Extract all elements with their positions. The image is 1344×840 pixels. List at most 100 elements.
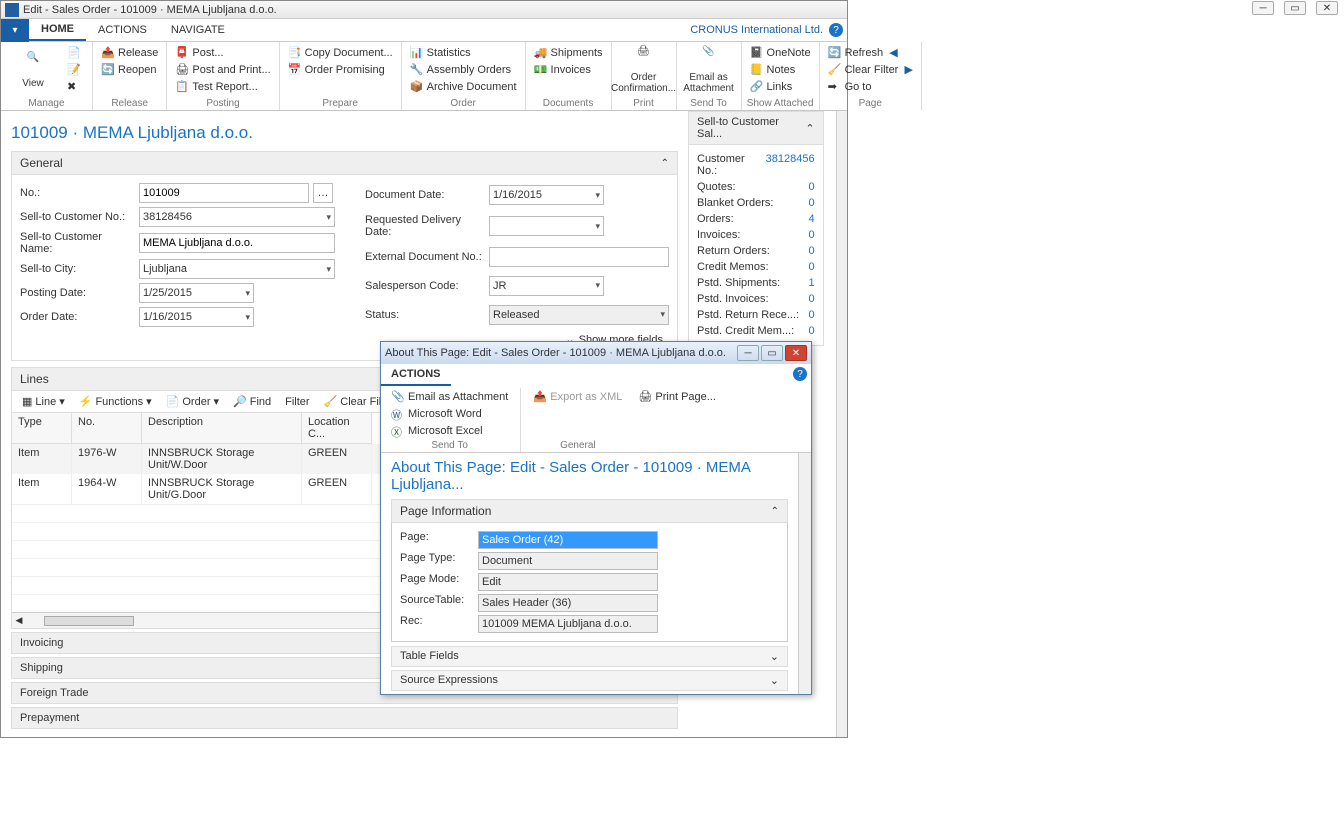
dlg-source-expressions-tab[interactable]: Source Expressions⌄ — [391, 670, 788, 691]
dialog-close-button[interactable]: ✕ — [785, 345, 807, 361]
dialog-help-icon[interactable]: ? — [793, 367, 807, 381]
factbox-value[interactable]: 0 — [809, 325, 815, 337]
help-icon[interactable]: ? — [829, 23, 843, 37]
col-no[interactable]: No. — [72, 413, 142, 444]
vertical-scrollbar[interactable] — [836, 111, 847, 737]
order-confirmation-button[interactable]: 🖨 Order Confirmation... — [616, 44, 672, 96]
factbox-value[interactable]: 0 — [809, 245, 815, 257]
dlg-page-field[interactable]: Sales Order (42) — [478, 531, 658, 549]
dialog-scrollbar[interactable] — [798, 453, 811, 694]
lines-line-menu[interactable]: ▦Line ▾ — [18, 395, 69, 408]
clear-filter-icon: 🧹 — [828, 63, 842, 77]
collapse-icon: ⌃ — [805, 122, 814, 135]
prev-icon[interactable]: ◀ — [889, 46, 897, 59]
dialog-maximize-button[interactable]: ▭ — [761, 345, 783, 361]
sellto-customer-name-field[interactable] — [139, 233, 335, 253]
dlg-rec-field[interactable]: 101009 MEMA Ljubljana d.o.o. — [478, 615, 658, 633]
factbox-value[interactable]: 0 — [809, 197, 815, 209]
copy-doc-button[interactable]: 📑Copy Document... — [284, 44, 397, 61]
factbox-value[interactable]: 38128456 — [766, 153, 815, 177]
salesperson-code-field[interactable]: JR▾ — [489, 276, 604, 296]
dlg-source-table-field[interactable]: Sales Header (36) — [478, 594, 658, 612]
no-lookup-button[interactable]: … — [313, 183, 333, 203]
dlg-page-type-field[interactable]: Document — [478, 552, 658, 570]
new-button[interactable]: 📄 — [63, 44, 88, 61]
shipments-icon: 🚚 — [534, 46, 548, 60]
close-button[interactable]: ✕ — [1316, 1, 1338, 15]
factbox-value[interactable]: 1 — [809, 277, 815, 289]
clear-filter-button[interactable]: 🧹Clear Filter ▶ — [824, 61, 917, 78]
factbox-value[interactable]: 0 — [809, 293, 815, 305]
attachment-icon: 📎 — [391, 390, 405, 404]
document-date-field[interactable]: 1/16/2015▾ — [489, 185, 604, 205]
shipments-button[interactable]: 🚚Shipments — [530, 44, 607, 61]
next-icon[interactable]: ▶ — [904, 63, 912, 76]
edit-button[interactable]: 📝 — [63, 61, 88, 78]
posting-date-field[interactable]: 1/25/2015▾ — [139, 283, 254, 303]
status-field[interactable]: Released▾ — [489, 305, 669, 325]
delete-button[interactable]: ✖ — [63, 78, 88, 95]
sellto-customer-no-field[interactable]: 38128456▾ — [139, 207, 335, 227]
col-description[interactable]: Description — [142, 413, 302, 444]
col-location[interactable]: Location C... — [302, 413, 372, 444]
factbox-value[interactable]: 0 — [809, 229, 815, 241]
dialog-tab-actions[interactable]: ACTIONS — [381, 364, 451, 386]
dlg-page-mode-field[interactable]: Edit — [478, 573, 658, 591]
statistics-button[interactable]: 📊Statistics — [406, 44, 521, 61]
lines-order-menu[interactable]: 📄Order ▾ — [162, 395, 223, 408]
tab-actions[interactable]: ACTIONS — [86, 20, 159, 40]
page-information-header[interactable]: Page Information ⌃ — [391, 499, 788, 523]
order-promising-button[interactable]: 📅Order Promising — [284, 61, 397, 78]
sellto-city-field[interactable]: Ljubljana▾ — [139, 259, 335, 279]
lines-find-button[interactable]: 🔎Find — [229, 395, 275, 408]
dlg-excel-button[interactable]: ⓍMicrosoft Excel — [387, 422, 512, 439]
dlg-email-button[interactable]: 📎Email as Attachment — [387, 388, 512, 405]
tab-home[interactable]: HOME — [29, 19, 86, 41]
dlg-table-fields-tab[interactable]: Table Fields⌄ — [391, 646, 788, 667]
lines-functions-menu[interactable]: ⚡Functions ▾ — [75, 395, 156, 408]
company-link[interactable]: CRONUS International Ltd. — [690, 24, 823, 36]
reopen-button[interactable]: 🔄Reopen — [97, 61, 162, 78]
no-field[interactable] — [139, 183, 309, 203]
order-date-field[interactable]: 1/16/2015▾ — [139, 307, 254, 327]
post-button[interactable]: 📮Post... — [171, 44, 274, 61]
release-button[interactable]: 📤Release — [97, 44, 162, 61]
factbox-row: Pstd. Return Rece...:0 — [697, 307, 815, 323]
factbox-value[interactable]: 0 — [809, 181, 815, 193]
refresh-button[interactable]: 🔄Refresh ◀ — [824, 44, 917, 61]
factbox-row: Blanket Orders:0 — [697, 195, 815, 211]
dlg-word-button[interactable]: ⓌMicrosoft Word — [387, 405, 512, 422]
dlg-print-page-button[interactable]: 🖨Print Page... — [634, 388, 720, 405]
view-button[interactable]: 🔍 View — [5, 44, 61, 96]
assembly-orders-button[interactable]: 🔧Assembly Orders — [406, 61, 521, 78]
test-report-button[interactable]: 📋Test Report... — [171, 78, 274, 95]
links-button[interactable]: 🔗Links — [746, 78, 815, 95]
general-header[interactable]: General ⌃ — [11, 151, 678, 175]
factbox-row: Return Orders:0 — [697, 243, 815, 259]
file-menu[interactable]: ▾ — [1, 19, 29, 42]
minimize-button[interactable]: ─ — [1252, 1, 1274, 15]
col-type[interactable]: Type — [12, 413, 72, 444]
factbox-value[interactable]: 0 — [809, 261, 815, 273]
tab-navigate[interactable]: NAVIGATE — [159, 20, 237, 40]
factbox-header[interactable]: Sell-to Customer Sal... ⌃ — [688, 111, 824, 145]
maximize-button[interactable]: ▭ — [1284, 1, 1306, 15]
archive-icon: 📦 — [410, 80, 424, 94]
lines-filter-button[interactable]: Filter — [281, 396, 313, 408]
requested-delivery-date-field[interactable]: ▾ — [489, 216, 604, 236]
post-print-button[interactable]: 🖨Post and Print... — [171, 61, 274, 78]
fasttab-prepayment[interactable]: Prepayment — [11, 707, 678, 729]
dialog-page-title: About This Page: Edit - Sales Order - 10… — [381, 453, 798, 499]
dialog-minimize-button[interactable]: ─ — [737, 345, 759, 361]
factbox-value[interactable]: 4 — [809, 213, 815, 225]
archive-document-button[interactable]: 📦Archive Document — [406, 78, 521, 95]
goto-icon: ➡ — [828, 80, 842, 94]
title-bar: Edit - Sales Order - 101009 · MEMA Ljubl… — [1, 1, 847, 19]
notes-button[interactable]: 📒Notes — [746, 61, 815, 78]
onenote-button[interactable]: 📓OneNote — [746, 44, 815, 61]
email-attachment-button[interactable]: 📎 Email as Attachment — [681, 44, 737, 96]
invoices-button[interactable]: 💵Invoices — [530, 61, 607, 78]
external-document-no-field[interactable] — [489, 247, 669, 267]
factbox-value[interactable]: 0 — [809, 309, 815, 321]
goto-button[interactable]: ➡Go to — [824, 78, 917, 95]
